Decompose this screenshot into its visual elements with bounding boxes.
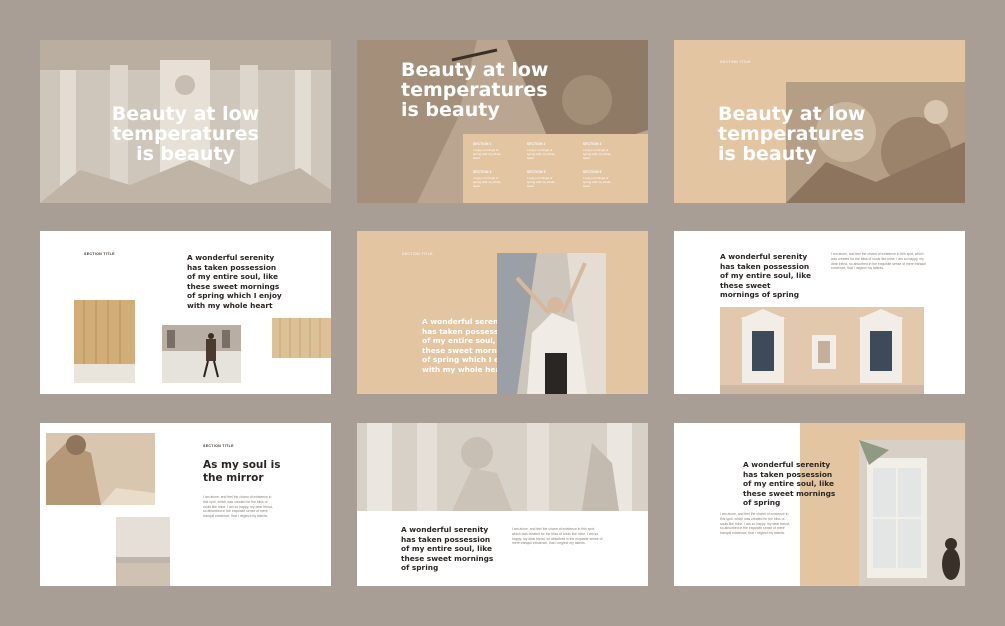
- column-1: SECTION 1I enjoy mornings of spring with…: [473, 142, 501, 160]
- mirror-title: As my soul is the mirror: [203, 459, 281, 484]
- body-text: I am alone, and feel the charm of existe…: [831, 252, 926, 271]
- window-cat-photo: [859, 440, 965, 586]
- section-title: SECTION TITLE: [203, 444, 234, 448]
- wood-panel-photo: [272, 318, 331, 358]
- body-text: I am alone, and feel the charm of existe…: [203, 495, 273, 519]
- slide-3[interactable]: SECTION TITLE Beauty at low temperatures…: [674, 40, 965, 203]
- section-title: SECTION TITLE: [84, 252, 115, 256]
- body-text: I am alone, and feel the charm of existe…: [512, 527, 603, 546]
- column-2: SECTION 2I enjoy mornings of spring with…: [527, 142, 555, 160]
- headline: Beauty at low temperatures is beauty: [111, 103, 260, 165]
- section-title: SECTION TITLE: [402, 252, 433, 256]
- column-4: SECTION 4I enjoy mornings of spring with…: [473, 170, 501, 188]
- column-5: SECTION 5I enjoy mornings of spring with…: [527, 170, 555, 188]
- headline: Beauty at low temperatures is beauty: [718, 103, 866, 165]
- slide-6[interactable]: A wonderful serenity has taken possessio…: [674, 231, 965, 394]
- section-title: SECTION TITLE: [720, 60, 751, 64]
- building-photo: [720, 307, 924, 394]
- slide-7[interactable]: SECTION TITLE As my soul is the mirror I…: [40, 423, 331, 586]
- quote: A wonderful serenity has taken possessio…: [401, 525, 494, 573]
- beach-photo: [116, 517, 170, 586]
- column-3: SECTION 3I enjoy mornings of spring with…: [583, 142, 611, 160]
- wood-door-photo: [74, 300, 135, 383]
- quote: A wonderful serenity has taken possessio…: [720, 252, 811, 300]
- woman-photo: [497, 253, 606, 394]
- person-desert-photo: [46, 433, 155, 505]
- slide-4[interactable]: SECTION TITLE A wonderful serenity has t…: [40, 231, 331, 394]
- column-6: SECTION 6I enjoy mornings of spring with…: [583, 170, 611, 188]
- statues-photo: [357, 423, 648, 511]
- quote: A wonderful serenity has taken possessio…: [187, 253, 282, 310]
- body-text: I am alone, and feel the charm of existe…: [720, 512, 790, 536]
- slide-8[interactable]: A wonderful serenity has taken possessio…: [357, 423, 648, 586]
- slide-2[interactable]: Beauty at low temperatures is beauty SEC…: [357, 40, 648, 203]
- slide-9[interactable]: A wonderful serenity has taken possessio…: [674, 423, 965, 586]
- quote: A wonderful serenity has taken possessio…: [743, 460, 836, 508]
- headline: Beauty at low temperatures is beauty: [401, 59, 549, 121]
- slide-1[interactable]: Beauty at low temperatures is beauty: [40, 40, 331, 203]
- slide-5[interactable]: SECTION TITLE A wonderful serenity has t…: [357, 231, 648, 394]
- street-walker-photo: [162, 325, 241, 383]
